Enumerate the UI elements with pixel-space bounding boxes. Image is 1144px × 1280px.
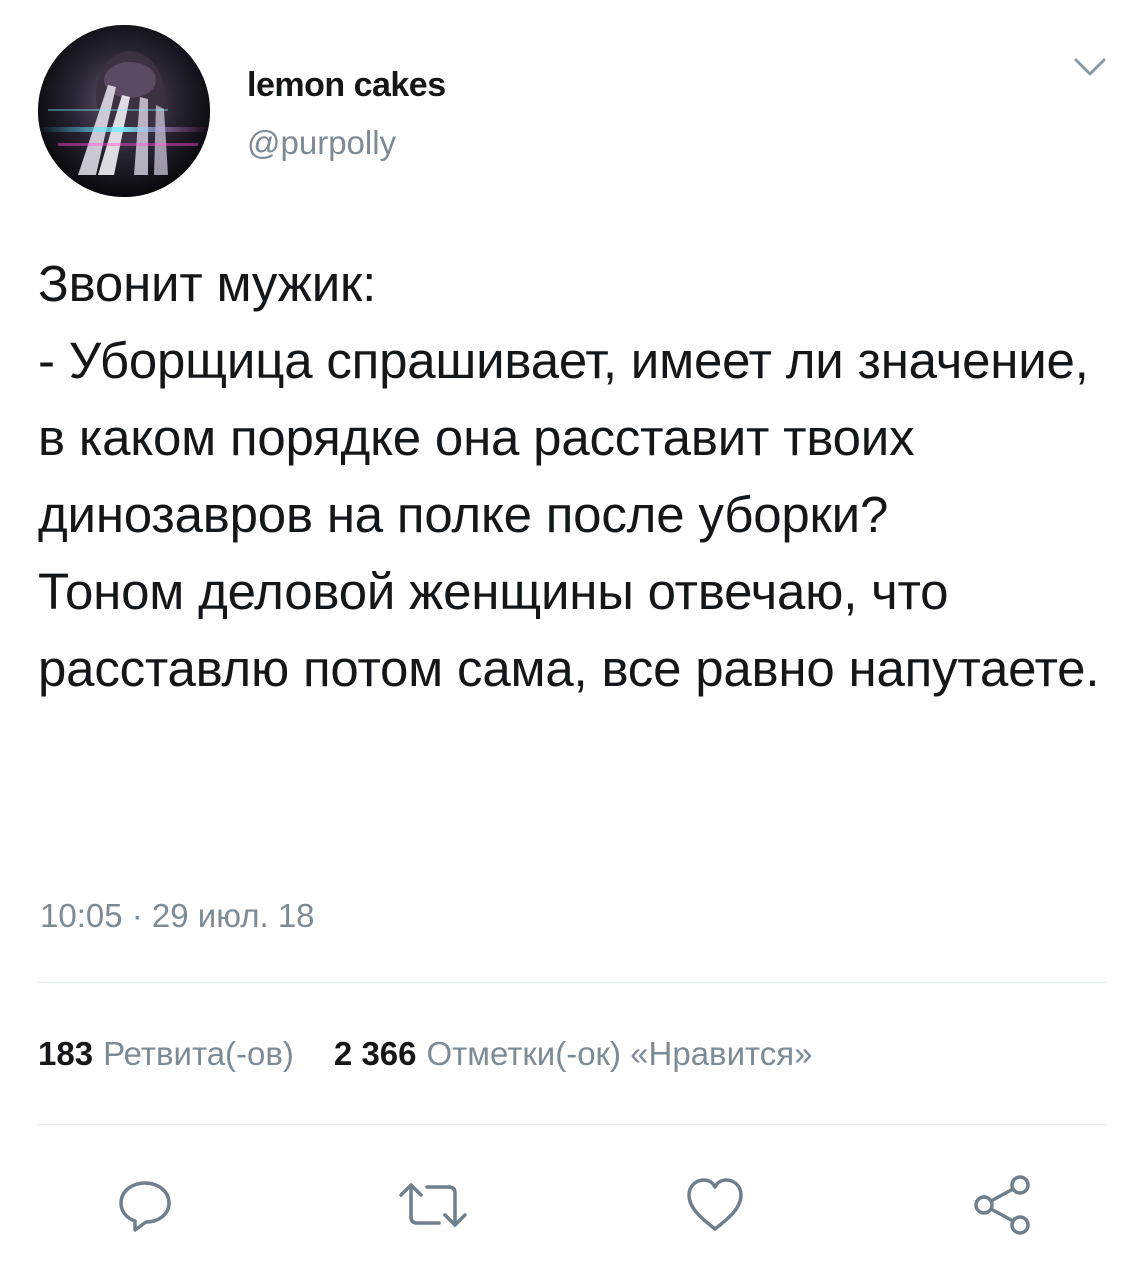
retweets-stat[interactable]: 183 Ретвита(-ов) (38, 1035, 294, 1073)
retweet-button[interactable] (393, 1165, 473, 1245)
timestamp[interactable]: 10:05 · 29 июл. 18 (40, 897, 315, 935)
chevron-down-icon[interactable] (1070, 52, 1110, 82)
engagement-stats: 183 Ретвита(-ов) 2 366 Отметки(-ок) «Нра… (38, 1035, 812, 1073)
retweets-count: 183 (38, 1035, 94, 1072)
reply-icon (119, 1181, 171, 1232)
heart-icon (687, 1178, 743, 1231)
handle[interactable]: @purpolly (247, 124, 396, 162)
display-name[interactable]: lemon cakes (247, 66, 446, 105)
avatar-image (38, 25, 210, 197)
share-button[interactable] (962, 1165, 1042, 1245)
avatar[interactable] (38, 25, 210, 197)
reply-button[interactable] (105, 1165, 185, 1245)
retweet-icon (399, 1183, 467, 1227)
likes-label: Отметки(-ок) «Нравится» (426, 1035, 813, 1072)
divider (38, 982, 1106, 983)
tweet-text: Звонит мужик: - Уборщица спрашивает, име… (38, 255, 1100, 697)
likes-stat[interactable]: 2 366 Отметки(-ок) «Нравится» (334, 1035, 813, 1073)
like-button[interactable] (675, 1165, 755, 1245)
share-icon (974, 1175, 1030, 1235)
retweets-label: Ретвита(-ов) (103, 1035, 294, 1072)
likes-count: 2 366 (333, 1035, 417, 1072)
divider (38, 1124, 1106, 1125)
action-bar (0, 1165, 1144, 1245)
